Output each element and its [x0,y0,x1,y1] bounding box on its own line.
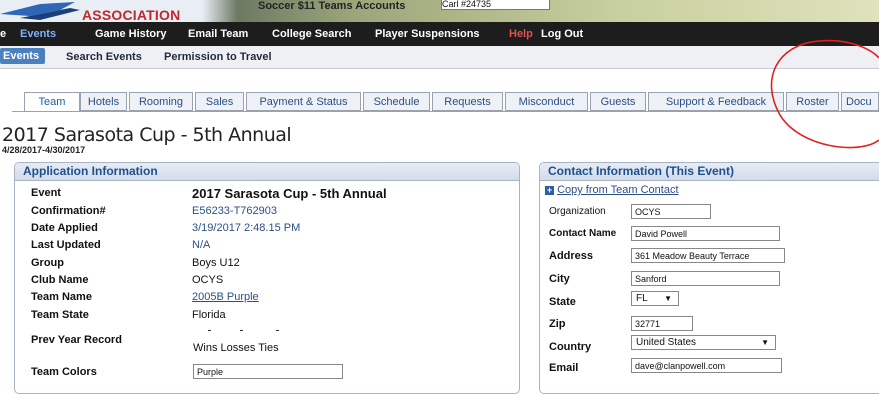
logo-swoosh-icon [0,2,80,20]
label-team-colors: Team Colors [31,366,97,378]
email-field[interactable]: dave@clanpowell.com [631,358,782,373]
tab-guests[interactable]: Guests [590,92,646,111]
organization-field[interactable]: OCYS [631,204,711,219]
account-select[interactable]: Carl #24735 [441,0,550,10]
value-event: 2017 Sarasota Cup - 5th Annual [192,186,387,201]
tab-team[interactable]: Team [24,92,80,112]
nav-item-help[interactable]: Help [509,28,533,40]
tab-payment-status[interactable]: Payment & Status [246,92,361,111]
label-country: Country [549,341,592,353]
application-info-heading: Application Information [15,163,519,181]
contact-info-heading: Contact Information (This Event) [540,163,879,181]
address-value: 361 Meadow Beauty Terrace [635,251,750,261]
email-value: dave@clanpowell.com [635,361,726,371]
country-value: United States [636,337,697,348]
nav-item-college-search[interactable]: College Search [272,28,351,40]
nav-item-events[interactable]: Events [20,28,56,40]
tab-rooming[interactable]: Rooming [129,92,193,111]
label-last-updated: Last Updated [31,239,101,251]
logo-text: ASSOCIATION [82,7,181,23]
label-zip: Zip [549,318,566,330]
value-prev-year-record: Wins Losses Ties [193,342,279,354]
contact-name-field[interactable]: David Powell [631,226,780,241]
subnav-item-search-events[interactable]: Search Events [66,51,142,63]
label-confirmation: Confirmation# [31,205,106,217]
value-last-updated: N/A [192,239,211,251]
value-club-name: OCYS [192,274,224,286]
nav-item-partial[interactable]: e [0,28,6,40]
team-colors-value: Purple [197,367,224,377]
account-select-value: Carl #24735 [442,0,492,9]
value-confirmation: E56233-T762903 [192,205,278,217]
record-wins-dash [208,330,211,331]
label-address: Address [549,250,594,262]
tab-roster[interactable]: Roster [786,92,839,111]
tab-requests[interactable]: Requests [432,92,503,111]
sub-nav: Events Search Events Permission to Trave… [0,46,879,69]
label-team-name: Team Name [31,291,92,303]
dropdown-arrow-icon: ▼ [664,294,672,303]
subnav-item-events[interactable]: Events [0,48,46,64]
team-colors-field[interactable]: Purple [193,364,343,379]
record-losses-dash [240,330,243,331]
city-value: Sanford [635,274,667,284]
team-name-link[interactable]: 2005B Purple [192,291,259,303]
site-logo[interactable]: ASSOCIATION [0,0,245,23]
label-state: State [549,296,576,308]
label-group: Group [31,257,64,269]
label-prev-year-record: Prev Year Record [31,334,122,346]
value-group: Boys U12 [192,257,240,269]
label-club-name: Club Name [31,274,89,286]
header-partial-text: Soccer $11 Teams Accounts [258,0,406,12]
label-team-state: Team State [31,309,89,321]
tab-schedule[interactable]: Schedule [363,92,430,111]
nav-item-player-suspensions[interactable]: Player Suspensions [375,28,480,40]
label-email: Email [549,362,579,374]
tab-documents[interactable]: Docu [841,92,879,111]
organization-value: OCYS [635,207,661,217]
event-dates: 4/28/2017-4/30/2017 [2,145,86,155]
label-city: City [549,273,570,285]
contact-name-value: David Powell [635,229,688,239]
tab-support-feedback[interactable]: Support & Feedback [648,92,784,111]
label-organization: Organization [549,206,606,217]
page-title: 2017 Sarasota Cup - 5th Annual [2,124,292,146]
value-team-state: Florida [192,309,226,321]
nav-item-log-out[interactable]: Log Out [541,28,583,40]
main-nav: e Events Game History Email Team College… [0,22,879,46]
address-field[interactable]: 361 Meadow Beauty Terrace [631,248,785,263]
value-date-applied: 3/19/2017 2:48.15 PM [192,222,301,234]
tab-misconduct[interactable]: Misconduct [505,92,588,111]
dropdown-arrow-icon: ▼ [761,338,769,347]
state-value: FL [636,293,648,304]
country-select[interactable]: United States ▼ [631,335,776,350]
label-event: Event [31,187,61,199]
subnav-item-permission-to-travel[interactable]: Permission to Travel [164,51,272,63]
label-date-applied: Date Applied [31,222,98,234]
nav-item-game-history[interactable]: Game History [95,28,167,40]
zip-value: 32771 [635,319,661,329]
copy-from-team-contact-label: Copy from Team Contact [557,184,679,196]
tab-sales[interactable]: Sales [195,92,244,111]
label-contact-name: Contact Name [549,228,617,239]
state-select[interactable]: FL ▼ [631,291,679,306]
zip-field[interactable]: 32771 [631,316,693,331]
copy-from-team-contact[interactable]: + Copy from Team Contact [545,184,679,196]
record-ties-dash [276,330,279,331]
plus-box-icon: + [545,184,554,195]
tab-divider [12,111,879,112]
tab-hotels[interactable]: Hotels [80,92,127,111]
city-field[interactable]: Sanford [631,271,780,286]
site-header: ASSOCIATION Soccer $11 Teams Accounts Ca… [0,0,879,23]
nav-item-email-team[interactable]: Email Team [188,28,248,40]
